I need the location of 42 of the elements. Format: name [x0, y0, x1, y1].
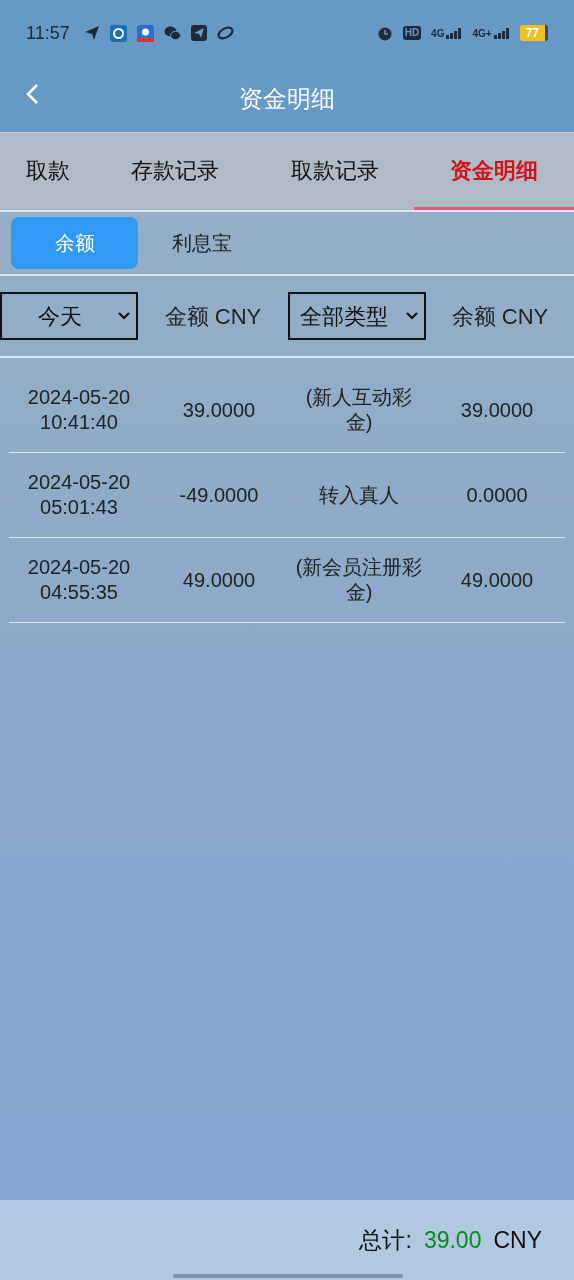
- currency-label: CNY: [493, 1225, 542, 1255]
- balance-cell-text: 39.0000: [460, 398, 534, 423]
- period-dropdown[interactable]: 今天: [0, 292, 138, 340]
- total-label: 总计:: [359, 1225, 412, 1255]
- chat-icon: [163, 25, 181, 41]
- date-cell: 2024-05-20: [27, 385, 131, 410]
- sub-tab[interactable]: 利息宝: [138, 217, 265, 269]
- page-title: 资金明细: [239, 84, 335, 114]
- type-cell-text: (新人互动彩金): [304, 385, 414, 435]
- type-cell-text: 转入真人: [318, 482, 400, 508]
- time-cell: 05:01:43: [40, 495, 118, 520]
- type-cell: (新会员注册彩金): [294, 555, 424, 605]
- total-amount: 39.00: [423, 1225, 482, 1255]
- battery-indicator: 77: [519, 25, 548, 41]
- network-label: 4G: [431, 28, 445, 39]
- balance-cell-text: 0.0000: [466, 483, 528, 508]
- column-heading: 余额 CNY: [450, 302, 550, 331]
- time-cell: 04:55:35: [40, 580, 118, 605]
- send-icon: [83, 25, 100, 41]
- amount-cell-text: 39.0000: [182, 398, 256, 423]
- app-icon: [109, 24, 127, 42]
- chevron-down-icon: [406, 312, 418, 320]
- signal-icon: [493, 27, 510, 39]
- balance-cell-text: 49.0000: [460, 568, 534, 593]
- column-heading: 金额 CNY: [163, 302, 263, 331]
- chevron-down-icon: [118, 312, 130, 320]
- status-time: 11:57: [26, 21, 70, 45]
- send-icon: [190, 25, 207, 41]
- alarm-icon: [376, 25, 393, 41]
- app-icon: [136, 24, 154, 42]
- hd-badge: HD: [402, 26, 422, 40]
- type-dropdown[interactable]: 全部类型: [288, 292, 426, 340]
- date-cell: 2024-05-20: [27, 470, 131, 495]
- amount-cell-text: 49.0000: [182, 568, 256, 593]
- tab[interactable]: 存款记录: [95, 133, 255, 210]
- time-cell: 10:41:40: [40, 410, 118, 435]
- tab[interactable]: 取款记录: [254, 133, 415, 210]
- network-label: 4G+: [472, 28, 492, 39]
- date-cell: 2024-05-20: [27, 555, 131, 580]
- signal-icon: [446, 27, 463, 39]
- amount-cell-text: -49.0000: [179, 483, 259, 508]
- tab[interactable]: 取款: [0, 133, 95, 210]
